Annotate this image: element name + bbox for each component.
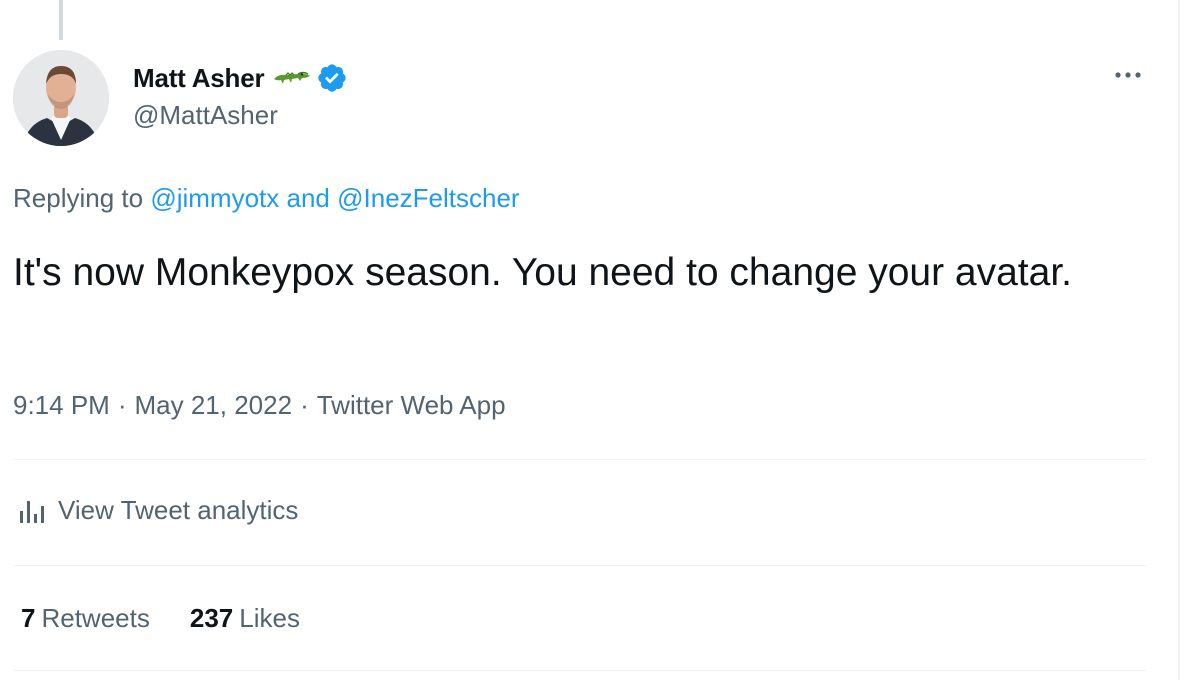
tweet-source-link[interactable]: Twitter Web App [317, 390, 506, 420]
tweet-date-link[interactable]: May 21, 2022 [135, 390, 293, 420]
replying-to-prefix: Replying to [13, 183, 144, 213]
likes-stat-link[interactable]: 237 Likes [190, 603, 300, 634]
mention-link-inezfeltscher[interactable]: @InezFeltscher [337, 183, 519, 213]
analytics-label: View Tweet analytics [58, 495, 299, 525]
author-name-row[interactable]: Matt Asher [133, 58, 348, 98]
replying-to-line: Replying to @jimmyotx and @InezFeltscher [13, 183, 520, 214]
view-tweet-analytics-button[interactable]: View Tweet analytics [18, 495, 298, 526]
thread-connector-line [59, 0, 63, 40]
mention-conjunction[interactable]: and [287, 183, 330, 213]
tweet-time-link[interactable]: 9:14 PM [13, 390, 110, 420]
mention-link-jimmyotx[interactable]: @jimmyotx [150, 183, 279, 213]
tweet-metadata: 9:14 PM · May 21, 2022 · Twitter Web App [13, 390, 506, 421]
retweets-stat-link[interactable]: 7 Retweets [21, 603, 150, 634]
retweets-count: 7 [21, 603, 36, 633]
retweets-label: Retweets [41, 603, 150, 633]
meta-separator: · [300, 390, 309, 420]
divider [13, 459, 1146, 460]
likes-label: Likes [239, 603, 300, 633]
tweet-text: It's now Monkeypox season. You need to c… [13, 251, 1072, 294]
divider [13, 565, 1146, 566]
avatar-photo [13, 50, 109, 146]
divider [13, 670, 1146, 671]
more-dots-icon [1115, 72, 1141, 78]
meta-separator: · [117, 390, 127, 420]
crocodile-icon [274, 71, 311, 84]
tweet-detail: Matt Asher @MattAsher Replying to @jimmy… [0, 0, 1200, 680]
more-options-button[interactable] [1108, 60, 1148, 90]
column-border [1178, 0, 1180, 680]
verified-badge-icon[interactable] [316, 62, 348, 94]
analytics-bars-icon [20, 500, 44, 523]
likes-count: 237 [189, 603, 234, 633]
author-display-name[interactable]: Matt Asher [133, 63, 265, 94]
engagement-stats: 7 Retweets 237 Likes [21, 603, 340, 634]
author-handle[interactable]: @MattAsher [133, 100, 278, 131]
avatar[interactable] [13, 50, 109, 146]
